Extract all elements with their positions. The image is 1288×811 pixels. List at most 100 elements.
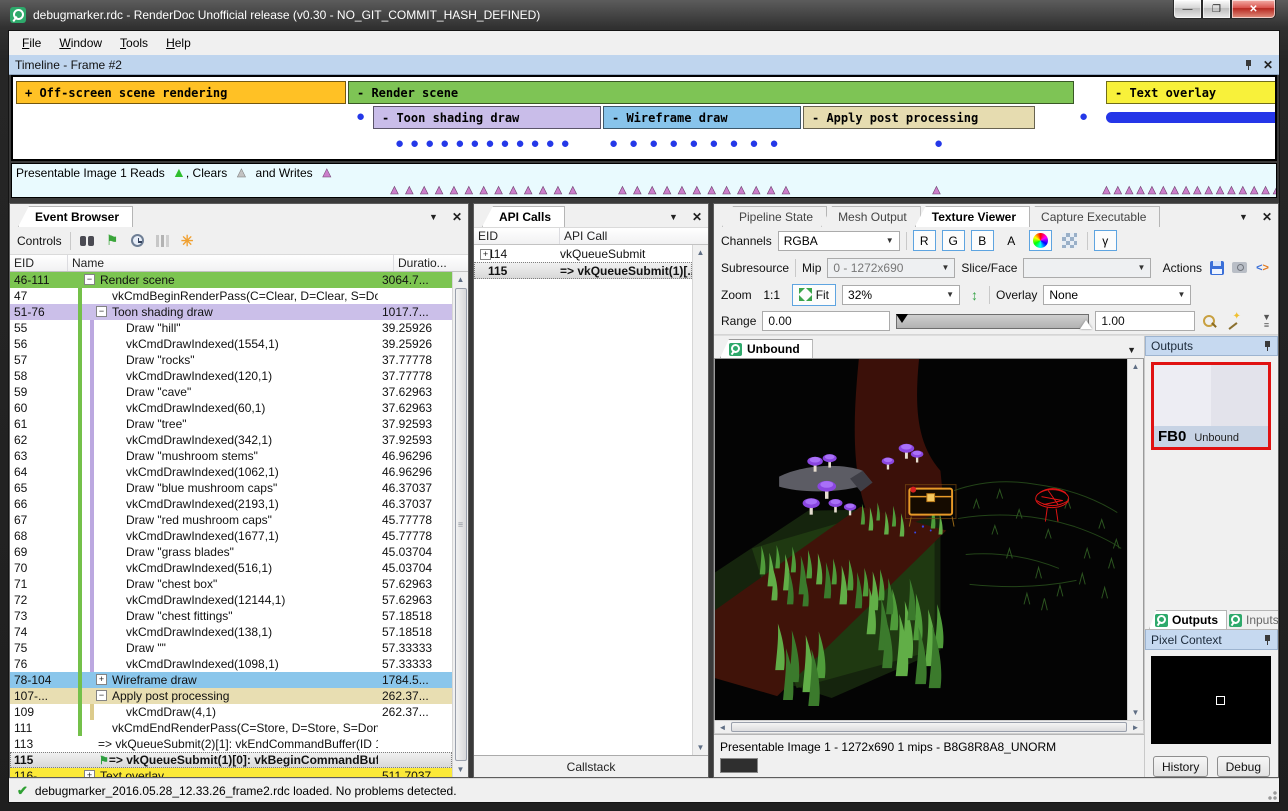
event-browser-scrollbar[interactable]: ▲ ▼ <box>452 272 468 777</box>
scroll-down-icon[interactable]: ▼ <box>693 740 708 755</box>
history-button[interactable]: History <box>1153 756 1208 777</box>
channels-select[interactable]: RGBA▼ <box>778 231 900 251</box>
event-row[interactable]: 57 ⚑ Draw "rocks" 37.77778 <box>10 352 452 368</box>
close-icon[interactable]: ✕ <box>452 211 462 223</box>
color-wheel-button[interactable] <box>1029 230 1052 251</box>
callstack-footer[interactable]: Callstack <box>474 755 708 777</box>
event-row[interactable]: 116-... + ⚑ Text overlay 511.7037 <box>10 768 452 777</box>
title-bar[interactable]: debugmarker.rdc - RenderDoc Unofficial r… <box>8 0 1280 30</box>
timeline-draw-dots[interactable]: ●●●●●●●●●●●● <box>395 137 576 151</box>
gamma-button[interactable]: γ <box>1094 230 1117 251</box>
event-row[interactable]: 66 ⚑ vkCmdDrawIndexed(2193,1) 46.37037 <box>10 496 452 512</box>
zoom-1to1-button[interactable]: 1:1 <box>758 284 786 305</box>
menu-item[interactable]: Help <box>157 33 200 53</box>
expander-icon[interactable]: + <box>480 249 491 260</box>
expander-icon[interactable]: − <box>84 274 95 285</box>
snapshot-icon[interactable] <box>1231 260 1248 276</box>
event-row[interactable]: 113 ⚑ => vkQueueSubmit(2)[1]: vkEndComma… <box>10 736 452 752</box>
black-point-handle[interactable] <box>896 314 908 323</box>
panel-tab[interactable]: Pipeline State <box>722 206 827 227</box>
scrollbar-thumb[interactable] <box>731 722 1127 732</box>
range-slider[interactable] <box>896 314 1089 329</box>
event-row[interactable]: 69 ⚑ Draw "grass blades" 45.03704 <box>10 544 452 560</box>
scroll-down-icon[interactable]: ▼ <box>1128 705 1143 720</box>
timeline-draw-pill[interactable] <box>1106 112 1277 123</box>
chevron-down-icon[interactable]: ▼ <box>429 212 438 222</box>
api-call-row[interactable]: 115 => vkQueueSubmit(1)[... <box>474 262 692 279</box>
expander-icon[interactable]: − <box>96 690 107 701</box>
scroll-right-icon[interactable]: ► <box>1128 721 1143 733</box>
event-row[interactable]: 109 ⚑ vkCmdDraw(4,1) 262.37... <box>10 704 452 720</box>
event-row[interactable]: 47 ⚑ vkCmdBeginRenderPass(C=Clear, D=Cle… <box>10 288 452 304</box>
event-row[interactable]: 67 ⚑ Draw "red mushroom caps" 45.77778 <box>10 512 452 528</box>
debug-button[interactable]: Debug <box>1217 756 1270 777</box>
menu-item[interactable]: Tools <box>111 33 157 53</box>
pin-icon[interactable] <box>1263 340 1272 352</box>
column-api-call[interactable]: API Call <box>560 228 708 244</box>
zoom-percent-select[interactable]: 32%▼ <box>842 285 960 305</box>
save-texture-icon[interactable] <box>1208 260 1225 276</box>
timeline-draw-dots[interactable]: ● <box>1079 110 1094 124</box>
event-row[interactable]: 61 ⚑ Draw "tree" 37.92593 <box>10 416 452 432</box>
scroll-down-icon[interactable]: ▼ <box>453 762 468 777</box>
open-custom-shader-icon[interactable]: <> <box>1254 260 1271 276</box>
close-icon[interactable]: ✕ <box>1262 211 1272 223</box>
blue-channel-button[interactable]: B <box>971 230 994 251</box>
menu-item[interactable]: Window <box>50 33 111 53</box>
texture-preview-image[interactable] <box>715 359 1127 720</box>
panel-tab[interactable]: Capture Executable <box>1024 206 1160 227</box>
timeline-section-bar[interactable]: + Off-screen scene rendering <box>16 81 346 104</box>
chevron-down-icon[interactable]: ▼ <box>1119 345 1144 358</box>
usage-marker-cluster[interactable]: ▲ <box>930 182 945 197</box>
range-min-field[interactable]: 0.00 <box>762 311 890 331</box>
tab-event-browser[interactable]: Event Browser <box>18 206 133 227</box>
pin-icon[interactable] <box>1244 59 1253 71</box>
maximize-button[interactable]: ❐ <box>1202 0 1231 19</box>
expander-icon[interactable]: + <box>96 674 107 685</box>
event-row[interactable]: 65 ⚑ Draw "blue mushroom caps" 46.37037 <box>10 480 452 496</box>
white-point-handle[interactable] <box>1080 320 1092 329</box>
timeline-draw-dots[interactable]: ●●●●●●●●● <box>609 137 790 151</box>
event-row[interactable]: 62 ⚑ vkCmdDrawIndexed(342,1) 37.92593 <box>10 432 452 448</box>
chevron-down-icon[interactable]: ▼ <box>1239 212 1248 222</box>
close-button[interactable]: ✕ <box>1231 0 1276 19</box>
tab-api-calls[interactable]: API Calls <box>482 206 565 227</box>
fb0-thumbnail[interactable]: FB0 Unbound <box>1151 362 1271 450</box>
timeline-panel-header[interactable]: Timeline - Frame #2 ✕ <box>9 55 1279 75</box>
column-eid[interactable]: EID <box>10 255 68 271</box>
usage-marker-cluster[interactable]: ▲▲▲▲▲▲▲▲▲▲▲▲ <box>616 182 794 197</box>
timeline-section-bar[interactable]: - Toon shading draw <box>373 106 601 129</box>
close-icon[interactable]: ✕ <box>1263 59 1273 71</box>
event-row[interactable]: 60 ⚑ vkCmdDrawIndexed(60,1) 37.62963 <box>10 400 452 416</box>
range-max-field[interactable]: 1.00 <box>1095 311 1195 331</box>
toolbar-overflow-icon[interactable]: ▼≡ <box>1262 313 1271 329</box>
event-row[interactable]: 73 ⚑ Draw "chest fittings" 57.18518 <box>10 608 452 624</box>
scroll-up-icon[interactable]: ▲ <box>693 245 708 260</box>
event-row[interactable]: 74 ⚑ vkCmdDrawIndexed(138,1) 57.18518 <box>10 624 452 640</box>
timeline-draw-dots[interactable]: ● <box>356 110 371 124</box>
usage-marker-cluster[interactable]: ▲▲▲▲▲▲▲▲▲▲▲▲▲ <box>388 182 581 197</box>
usage-marker-cluster[interactable]: ▲▲▲▲▲▲▲▲▲▲▲▲▲▲▲▲▲ <box>1100 182 1277 197</box>
alpha-channel-button[interactable]: A <box>1000 230 1023 251</box>
outputs-header[interactable]: Outputs <box>1145 336 1278 356</box>
slice-face-select[interactable]: ▼ <box>1023 258 1151 278</box>
timeline-section-bar[interactable]: - Render scene <box>348 81 1074 104</box>
timeline-section-bar[interactable]: - Text overlay <box>1106 81 1277 104</box>
tab-unbound-texture[interactable]: Unbound <box>720 339 813 358</box>
event-row[interactable]: 59 ⚑ Draw "cave" 37.62963 <box>10 384 452 400</box>
bookmark-star-icon[interactable]: ✳ <box>179 233 196 249</box>
event-row[interactable]: 107-... − ⚑ Apply post processing 262.37… <box>10 688 452 704</box>
column-duration[interactable]: Duratio... <box>394 255 468 271</box>
find-icon[interactable] <box>79 233 96 249</box>
time-draws-icon[interactable] <box>129 233 146 249</box>
event-row[interactable]: 70 ⚑ vkCmdDrawIndexed(516,1) 45.03704 <box>10 560 452 576</box>
chevron-down-icon[interactable]: ▼ <box>669 212 678 222</box>
column-eid[interactable]: EID <box>474 228 560 244</box>
column-name[interactable]: Name <box>68 255 394 271</box>
event-row[interactable]: 71 ⚑ Draw "chest box" 57.62963 <box>10 576 452 592</box>
event-row[interactable]: 111 ⚑ vkCmdEndRenderPass(C=Store, D=Stor… <box>10 720 452 736</box>
scroll-up-icon[interactable]: ▲ <box>453 272 468 287</box>
minimize-button[interactable]: — <box>1173 0 1202 19</box>
event-row[interactable]: 46-111 − ⚑ Render scene 3064.7... <box>10 272 452 288</box>
timeline-section-bar[interactable]: - Apply post processing <box>803 106 1035 129</box>
